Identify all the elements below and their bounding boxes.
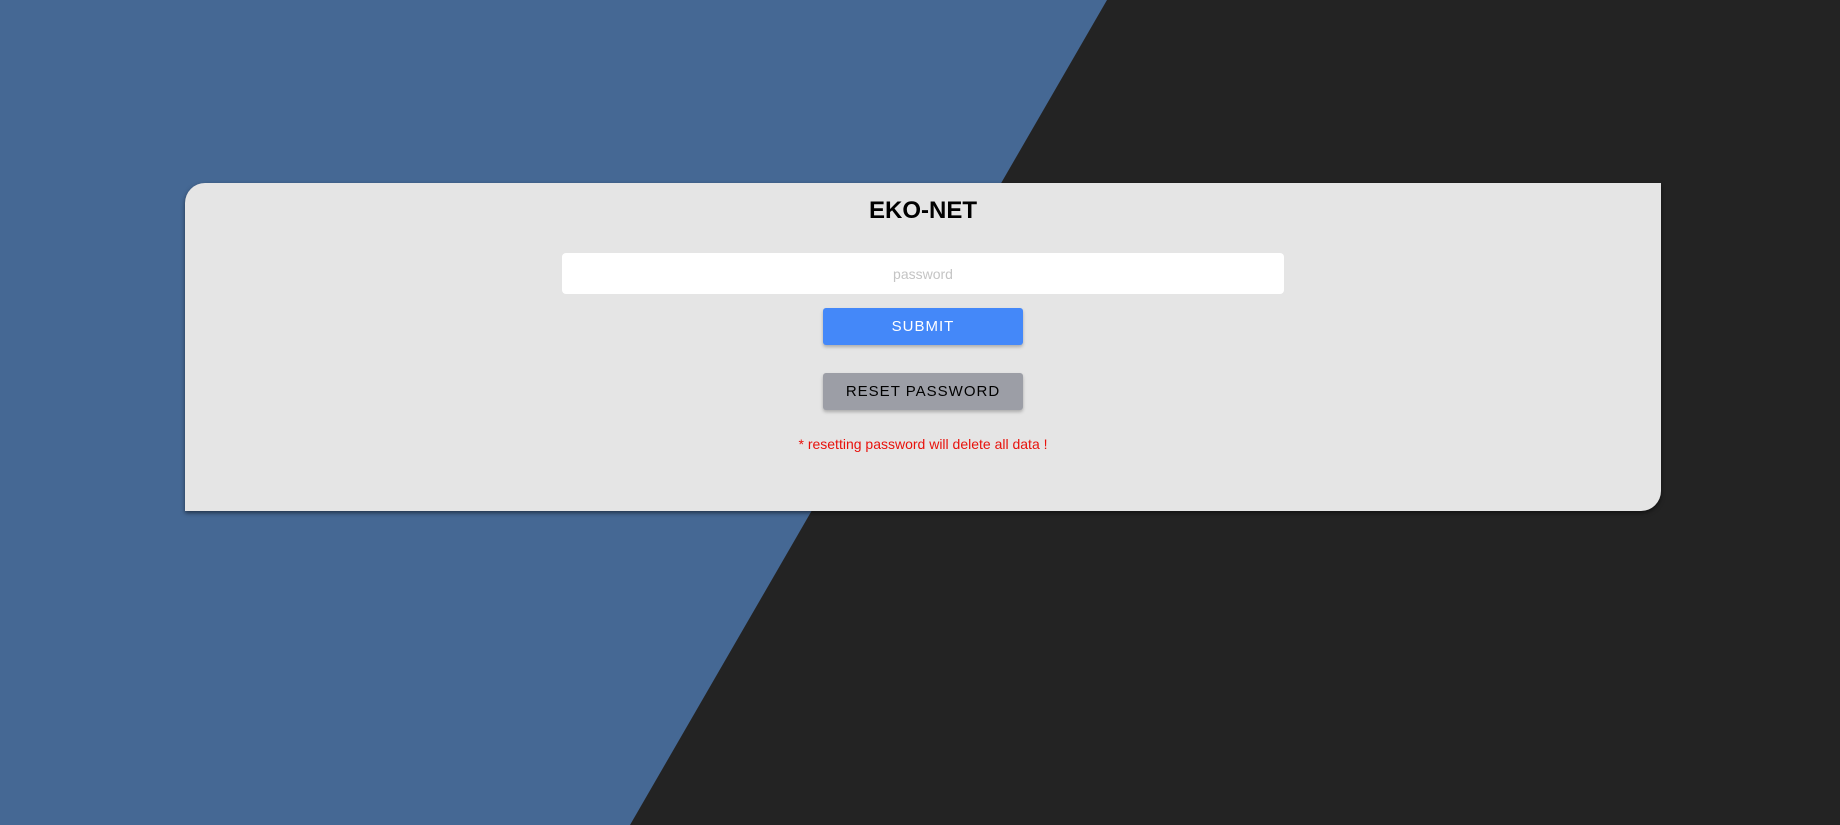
login-card: EKO-NET SUBMIT RESET PASSWORD * resettin… xyxy=(185,183,1661,511)
password-input[interactable] xyxy=(562,253,1284,294)
app-title: EKO-NET xyxy=(869,197,977,224)
submit-button[interactable]: SUBMIT xyxy=(823,308,1023,345)
reset-warning-text: * resetting password will delete all dat… xyxy=(798,436,1048,452)
reset-password-button[interactable]: RESET PASSWORD xyxy=(823,373,1023,410)
